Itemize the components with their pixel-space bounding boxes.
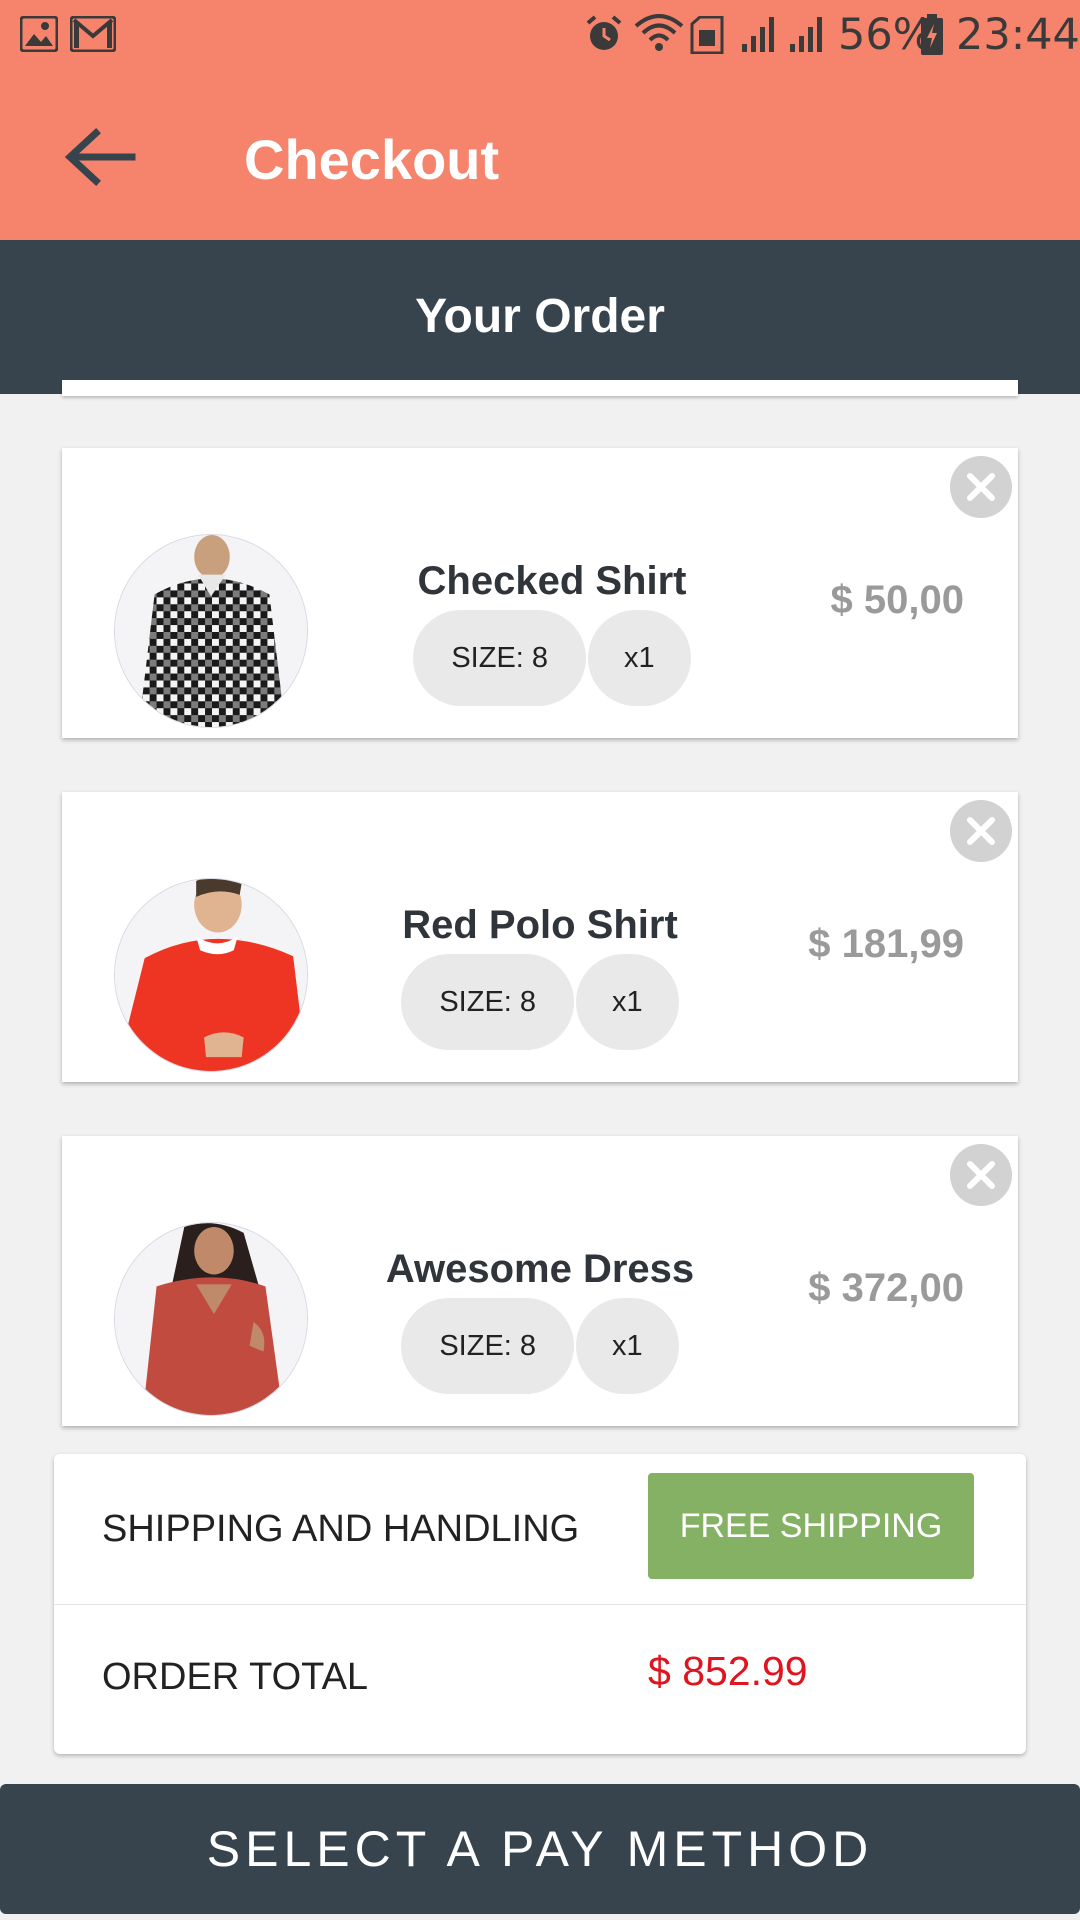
size-chip: SIZE: 8	[401, 1298, 575, 1394]
cart-item-card: Awesome Dress SIZE: 8 x1 $ 372,00	[62, 1136, 1018, 1426]
alarm-icon	[584, 14, 624, 59]
signal-icon	[740, 14, 778, 59]
item-name: Awesome Dress	[385, 1247, 695, 1291]
status-bar: 56% 23:44	[0, 0, 1080, 75]
partial-card	[62, 380, 1018, 396]
total-value: $ 852.99	[648, 1648, 808, 1694]
item-options: SIZE: 8 x1	[300, 954, 780, 1050]
item-info: Awesome Dress SIZE: 8 x1	[300, 1246, 780, 1394]
gallery-icon	[19, 15, 59, 57]
remove-item-button[interactable]	[950, 456, 1012, 518]
clock: 23:44	[956, 10, 1080, 60]
awesome-dress-photo	[114, 1222, 308, 1416]
red-polo-shirt-photo	[114, 878, 308, 1072]
remove-item-button[interactable]	[950, 800, 1012, 862]
your-order-header: Your Order	[0, 240, 1080, 394]
app-bar: Checkout	[0, 75, 1080, 240]
item-name: Checked Shirt	[417, 559, 687, 603]
size-chip: SIZE: 8	[401, 954, 575, 1050]
item-options: SIZE: 8 x1	[312, 610, 792, 706]
wifi-icon	[634, 14, 684, 59]
total-label: ORDER TOTAL	[102, 1656, 369, 1698]
arrow-left-icon	[60, 128, 140, 193]
quantity-chip: x1	[576, 954, 679, 1050]
cart-item-card: Checked Shirt SIZE: 8 x1 $ 50,00	[62, 448, 1018, 738]
item-name: Red Polo Shirt	[402, 903, 678, 947]
quantity-chip: x1	[576, 1298, 679, 1394]
shipping-badge: FREE SHIPPING	[648, 1473, 974, 1579]
sim-icon	[690, 15, 724, 59]
back-button[interactable]	[60, 125, 140, 189]
close-icon	[950, 456, 1012, 518]
battery-charging-icon	[920, 14, 944, 61]
cart-item-card: Red Polo Shirt SIZE: 8 x1 $ 181,99	[62, 792, 1018, 1082]
total-row: ORDER TOTAL $ 852.99	[54, 1604, 1026, 1754]
item-info: Checked Shirt SIZE: 8 x1	[312, 558, 792, 706]
pay-button-label: SELECT A PAY METHOD	[206, 1821, 874, 1877]
item-options: SIZE: 8 x1	[300, 1298, 780, 1394]
page-title: Checkout	[244, 128, 500, 191]
order-summary: SHIPPING AND HANDLING FREE SHIPPING ORDE…	[54, 1454, 1026, 1754]
item-info: Red Polo Shirt SIZE: 8 x1	[300, 902, 780, 1050]
shipping-label: SHIPPING AND HANDLING	[102, 1508, 580, 1550]
close-icon	[950, 800, 1012, 862]
select-pay-method-button[interactable]: SELECT A PAY METHOD	[0, 1784, 1080, 1914]
shipping-row: SHIPPING AND HANDLING FREE SHIPPING	[54, 1454, 1026, 1605]
section-title: Your Order	[415, 290, 665, 343]
size-chip: SIZE: 8	[413, 610, 587, 706]
item-price: $ 372,00	[808, 1266, 964, 1310]
quantity-chip: x1	[588, 610, 691, 706]
item-price: $ 181,99	[808, 922, 964, 966]
checked-shirt-photo	[114, 534, 308, 728]
gmail-icon	[69, 15, 117, 57]
signal-icon	[788, 14, 826, 59]
item-price: $ 50,00	[830, 578, 964, 622]
close-icon	[950, 1144, 1012, 1206]
remove-item-button[interactable]	[950, 1144, 1012, 1206]
